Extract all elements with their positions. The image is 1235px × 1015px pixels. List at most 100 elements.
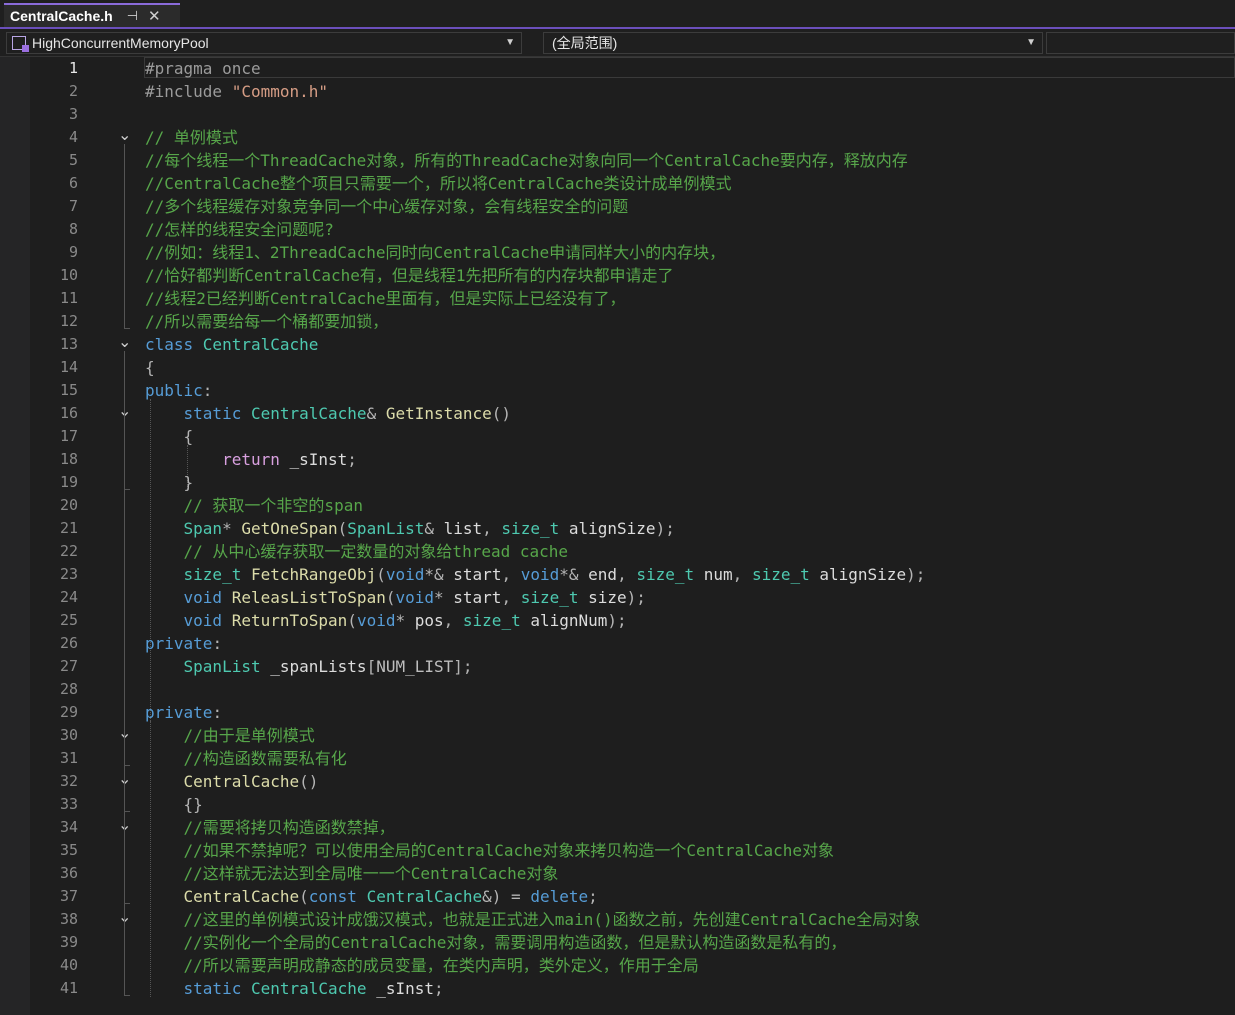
code-token: CentralCache [366, 887, 483, 906]
code-line[interactable]: void ReturnToSpan(void* pos, size_t alig… [145, 609, 627, 632]
line-number: 3 [68, 105, 78, 123]
code-line[interactable]: public: [145, 379, 212, 402]
code-line[interactable]: class CentralCache [145, 333, 318, 356]
code-line[interactable]: // 从中心缓存获取一定数量的对象给thread cache [145, 540, 569, 563]
code-line[interactable]: //怎样的线程安全问题呢? [145, 218, 334, 241]
code-token: , [482, 519, 502, 538]
code-line[interactable]: void ReleasListToSpan(void* start, size_… [145, 586, 646, 609]
code-line[interactable]: //例如：线程1、2ThreadCache同时向CentralCache申请同样… [145, 241, 725, 264]
chevron-down-icon: ▼ [1026, 37, 1036, 48]
code-line[interactable]: //需要将拷贝构造函数禁掉， [145, 816, 395, 839]
collapse-chevron-icon[interactable]: ⌄ [118, 335, 131, 351]
code-line[interactable]: //线程2已经判断CentralCache里面有，但是实际上已经没有了， [145, 287, 626, 310]
code-token: alignNum [530, 611, 608, 630]
code-line[interactable]: SpanList _spanLists[NUM_LIST]; [145, 655, 473, 678]
fold-region-end [124, 903, 130, 904]
code-line[interactable]: //由于是单例模式 [145, 724, 315, 747]
code-token: {} [145, 795, 203, 814]
code-line[interactable]: static CentralCache _sInst; [145, 977, 444, 1000]
code-token: CentralCache [250, 979, 377, 998]
code-token: start [453, 588, 502, 607]
code-line[interactable]: //每个线程一个ThreadCache对象，所有的ThreadCache对象向同… [145, 149, 908, 172]
code-line[interactable]: //所以需要声明成静态的成员变量，在类内声明，类外定义，作用于全局 [145, 954, 699, 977]
line-number: 20 [59, 496, 78, 514]
code-token: //如果不禁掉呢？可以使用全局的CentralCache对象来拷贝构造一个Cen… [183, 841, 834, 860]
code-token: ]; [453, 657, 473, 676]
line-number: 14 [59, 358, 78, 376]
code-line[interactable]: CentralCache(const CentralCache&) = dele… [145, 885, 598, 908]
code-line[interactable]: private: [145, 701, 222, 724]
code-line[interactable]: Span* GetOneSpan(SpanList& list, size_t … [145, 517, 675, 540]
code-token: static [183, 404, 251, 423]
code-line[interactable]: #include "Common.h" [145, 80, 328, 103]
line-number: 24 [59, 588, 78, 606]
code-token: : [202, 381, 213, 400]
tab-centralcache-h[interactable]: CentralCache.h ⊣ ✕ [4, 3, 180, 27]
navigation-bar: HighConcurrentMemoryPool ▼ (全局范围) ▼ [0, 30, 1235, 57]
code-line[interactable]: //这里的单例模式设计成饿汉模式，也就是正式进入main()函数之前，先创建Ce… [145, 908, 921, 931]
scope-name: (全局范围) [552, 35, 618, 51]
code-token: //所以需要给每一个桶都要加锁， [145, 312, 389, 331]
member-dropdown[interactable] [1046, 32, 1235, 54]
code-line[interactable]: {} [145, 793, 203, 816]
code-line[interactable]: static CentralCache& GetInstance() [145, 402, 512, 425]
line-number: 38 [59, 910, 78, 928]
fold-region-line [124, 834, 125, 903]
code-line[interactable]: return _sInst; [145, 448, 357, 471]
code-line[interactable]: //构造函数需要私有化 [145, 747, 347, 770]
code-line[interactable]: //如果不禁掉呢？可以使用全局的CentralCache对象来拷贝构造一个Cen… [145, 839, 834, 862]
scope-dropdown[interactable]: (全局范围) ▼ [543, 32, 1043, 54]
code-token: ReleasListToSpan [231, 588, 386, 607]
code-line[interactable]: private: [145, 632, 222, 655]
code-token: & [366, 404, 386, 423]
code-editor[interactable]: 1 2 3 4 5 6 7 8 9 10 11 12 13 14 15 16 17 18 19 20 21 22 23 24 2… [0, 57, 1235, 1015]
code-token: FetchRangeObj [250, 565, 377, 584]
line-number: 34 [59, 818, 78, 836]
code-line[interactable]: { [145, 356, 155, 379]
line-number: 30 [59, 726, 78, 744]
code-line[interactable]: // 单例模式 [145, 126, 238, 149]
code-line[interactable]: { [145, 425, 194, 448]
code-line[interactable]: //恰好都判断CentralCache有，但是线程1先把所有的内存块都申请走了 [145, 264, 674, 287]
code-line[interactable]: size_t FetchRangeObj(void*& start, void*… [145, 563, 926, 586]
line-number: 9 [68, 243, 78, 261]
code-token: // 获取一个非空的span [183, 496, 363, 515]
pin-icon[interactable]: ⊣ [127, 8, 138, 24]
code-token: // 从中心缓存获取一定数量的对象给thread cache [183, 542, 569, 561]
code-line[interactable]: // 获取一个非空的span [145, 494, 363, 517]
line-number: 18 [59, 450, 78, 468]
code-token: return [222, 450, 290, 469]
code-line[interactable]: //多个线程缓存对象竞争同一个中心缓存对象，会有线程安全的问题 [145, 195, 628, 218]
code-token: _sInst [376, 979, 434, 998]
code-line[interactable]: } [145, 471, 194, 494]
code-line[interactable]: //实例化一个全局的CentralCache对象，需要调用构造函数，但是默认构造… [145, 931, 847, 954]
code-token: ; [347, 450, 357, 469]
project-dropdown[interactable]: HighConcurrentMemoryPool ▼ [6, 32, 522, 54]
code-line[interactable]: //这样就无法达到全局唯一一个CentralCache对象 [145, 862, 559, 885]
code-token: public [145, 381, 203, 400]
code-token: * [222, 519, 242, 538]
code-line[interactable]: #pragma once [145, 57, 261, 80]
collapse-chevron-icon[interactable]: ⌄ [118, 128, 131, 144]
code-token: //线程2已经判断CentralCache里面有，但是实际上已经没有了， [145, 289, 626, 308]
line-number: 16 [59, 404, 78, 422]
code-token: size_t [462, 611, 521, 630]
code-line[interactable]: CentralCache() [145, 770, 319, 793]
code-line[interactable]: //所以需要给每一个桶都要加锁， [145, 310, 388, 333]
code-line[interactable]: //CentralCache整个项目只需要一个，所以将CentralCache类… [145, 172, 731, 195]
close-icon[interactable]: ✕ [148, 7, 161, 25]
code-token: size [588, 588, 627, 607]
line-number: 39 [59, 933, 78, 951]
